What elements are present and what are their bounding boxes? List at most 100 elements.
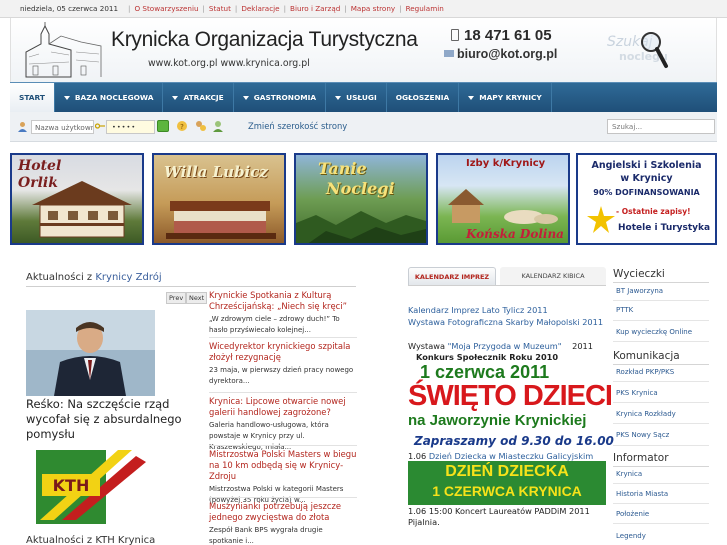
swieto-title: ŚWIĘTO DZIECI: [408, 380, 613, 412]
tab-kalendarz-imprez[interactable]: KALENDARZ IMPREZ: [408, 267, 496, 285]
calendar-link-wystawa-skarby[interactable]: Wystawa Fotograficzna Skarby Małopolski …: [408, 317, 603, 327]
separator: |: [234, 4, 238, 13]
change-width-link[interactable]: Zmień szerokość strony: [248, 121, 347, 131]
news-heading: Aktualności z Krynicy Zdrój: [26, 272, 162, 283]
news-title[interactable]: Krynica: Lipcowe otwarcie nowej galerii …: [209, 396, 357, 418]
konkurs-link[interactable]: Konkurs Społecznik Roku 2010: [416, 352, 558, 362]
divider: [613, 320, 709, 321]
sidebar-item-legendy[interactable]: Legendy: [616, 532, 646, 540]
email-address[interactable]: biuro@kot.org.pl: [444, 47, 557, 61]
calendar-link-lato-tylicz[interactable]: Kalendarz Imprez Lato Tylicz 2011: [408, 305, 548, 315]
nav-gastronomia[interactable]: GASTRONOMIA: [234, 83, 327, 112]
caret-down-icon: [468, 95, 475, 100]
nav-start[interactable]: START: [10, 83, 55, 112]
svg-text:?: ?: [180, 123, 184, 131]
sidebar-item-pttk[interactable]: PTTK: [616, 306, 633, 314]
nav-gastronomia-label: GASTRONOMIA: [253, 93, 317, 102]
nav-baza-noclegowa-label: BAZA NOCLEGOWA: [74, 93, 154, 102]
divider: [613, 341, 709, 342]
sidebar-item-krynica[interactable]: Krynica: [616, 470, 642, 478]
sidebar-item-pks-nowy-sacz[interactable]: PKS Nowy Sącz: [616, 431, 669, 439]
banner-ang-funding: 90% DOFINANSOWANIA: [593, 188, 700, 197]
next-button[interactable]: Next: [186, 292, 208, 304]
dzien-line-2: 1 CZERWCA KRYNICA: [432, 483, 582, 499]
toplink-o-stowarzyszeniu[interactable]: O Stowarzyszeniu: [134, 4, 198, 13]
church-logo-icon[interactable]: [21, 22, 107, 80]
news-title[interactable]: Wicedyrektor krynickiego szpitala złożył…: [209, 341, 357, 363]
nav-uslugi[interactable]: USŁUGI: [326, 83, 387, 112]
news-title[interactable]: Mistrzostwa Polski Masters w biegu na 10…: [209, 449, 357, 482]
nav-uslugi-label: USŁUGI: [346, 93, 377, 102]
sidebar-item-pks-krynica[interactable]: PKS Krynica: [616, 389, 658, 397]
toplink-statut[interactable]: Statut: [209, 4, 231, 13]
divider: [209, 337, 357, 338]
mail-icon: [444, 50, 454, 57]
sidebar-item-rozklad-pkp-pks[interactable]: Rozkład PKP/PKS: [616, 368, 674, 376]
kth-logo[interactable]: KTH: [26, 446, 155, 528]
current-date: niedziela, 05 czerwca 2011: [20, 4, 119, 13]
swieto-dzieci-banner[interactable]: 1 czerwca 2011 ŚWIĘTO DZIECI na Jaworzyn…: [408, 362, 614, 454]
banner-willa-label: Willa Lubicz: [164, 163, 268, 181]
news-excerpt: „W zdrowym ciele – zdrowy duch!” To hasł…: [209, 315, 340, 334]
banner-angielski-szkolenia[interactable]: Angielski i Szkolenia w Krynicy 90% DOFI…: [576, 153, 717, 245]
dzien-dziecka-banner[interactable]: DZIEŃ DZIECKA 1 CZERWCA KRYNICA: [408, 461, 606, 505]
toplink-mapa-strony[interactable]: Mapa strony: [351, 4, 395, 13]
dzien-line-1: DZIEŃ DZIECKA: [445, 463, 569, 480]
calendar-line-link[interactable]: "Moja Przygoda w Muzeum": [448, 341, 562, 351]
site-title[interactable]: Krynicka Organizacja Turystyczna: [111, 28, 418, 52]
bedroom-image: [166, 201, 276, 239]
news-title[interactable]: Krynickie Spotkania z Kulturą Chrześcija…: [209, 290, 357, 312]
divider: [613, 423, 709, 424]
banner-tanie-label: Tanie: [318, 159, 367, 178]
toplink-deklaracje[interactable]: Deklaracje: [241, 4, 279, 13]
news-heading-link[interactable]: Krynicy Zdrój: [95, 272, 161, 283]
divider: [613, 402, 709, 403]
username-input[interactable]: Nazwa użytkownika: [31, 120, 94, 134]
sidebar-item-bt-jaworzyna[interactable]: BT Jaworzyna: [616, 287, 663, 295]
swieto-place: na Jaworzynie Krynickiej: [408, 412, 587, 429]
divider: [209, 497, 357, 498]
nav-mapy-krynicy[interactable]: MAPY KRYNICY: [459, 83, 552, 112]
banner-hotel-label: Hotel: [18, 158, 62, 174]
swieto-hours: Zapraszamy od 9.30 do 16.00: [414, 434, 614, 448]
banner-ang-subtitle: w Krynicy: [620, 173, 673, 184]
sidebar-item-kup-wycieczke[interactable]: Kup wycieczkę Online: [616, 328, 692, 336]
nav-mapy-krynicy-label: MAPY KRYNICY: [479, 93, 542, 102]
nav-ogloszenia[interactable]: OGŁOSZENIA: [387, 83, 460, 112]
banner-hotel-orlik[interactable]: Hotel Orlik: [10, 153, 144, 245]
mountain-landscape-image: [296, 211, 426, 243]
calendar-line-wystawa: Wystawa "Moja Przygoda w Muzeum" 2011: [408, 341, 593, 351]
password-input[interactable]: •••••: [106, 120, 155, 134]
cottage-and-dogs-image: [448, 189, 558, 224]
lost-password-icon[interactable]: ?: [176, 120, 188, 132]
main-navigation: START BAZA NOCLEGOWA ATRAKCJE GASTRONOMI…: [10, 82, 717, 112]
key-icon: [95, 123, 105, 129]
calendar-item-pijalnia: Pijalnia.: [408, 517, 440, 527]
banner-ang-title: Angielski i Szkolenia: [591, 160, 702, 171]
search-input[interactable]: Szukaj...: [607, 119, 715, 134]
banner-willa-lubicz[interactable]: Willa Lubicz: [152, 153, 286, 245]
sidebar-item-krynica-rozklady[interactable]: Krynica Rozkłady: [616, 410, 676, 418]
banner-konska-dolina[interactable]: Izby k/Krynicy Końska Dolina: [436, 153, 570, 245]
calendar-item-koncert[interactable]: 1.06 15:00 Koncert Laureatów PADDiM 2011: [408, 506, 590, 516]
sidebar-heading-komunikacja: Komunikacja: [613, 350, 680, 362]
toplink-regulamin[interactable]: Regulamin: [406, 4, 444, 13]
banner-tanie-noclegi[interactable]: Tanie Noclegi: [294, 153, 428, 245]
divider: [408, 285, 606, 286]
nav-atrakcje-label: ATRAKCJE: [183, 93, 224, 102]
calendar-item-link[interactable]: Dzień Dziecka w Miasteczku Galicyjskim: [429, 451, 593, 461]
tab-kalendarz-kibica[interactable]: KALENDARZ KIBICA: [500, 267, 606, 285]
nav-baza-noclegowa[interactable]: BAZA NOCLEGOWA: [55, 83, 164, 112]
register-icon[interactable]: [212, 120, 224, 132]
lost-username-icon[interactable]: [194, 120, 206, 132]
sidebar-item-historia-miasta[interactable]: Historia Miasta: [616, 490, 668, 498]
sidebar-item-polozenie[interactable]: Położenie: [616, 510, 649, 518]
login-bar: Nazwa użytkownika ••••• ? Zmień szerokoś…: [10, 112, 717, 142]
login-submit-button[interactable]: [157, 120, 169, 132]
news-lead-photo[interactable]: [26, 310, 155, 396]
lead-article-title[interactable]: Reśko: Na szczęście rząd wycofał się z a…: [26, 397, 210, 442]
prev-button[interactable]: Prev: [166, 292, 187, 304]
toplink-biuro-i-zarzad[interactable]: Biuro i Zarząd: [290, 4, 340, 13]
nav-atrakcje[interactable]: ATRAKCJE: [163, 83, 234, 112]
news-title[interactable]: Muszynianki potrzebują jeszcze jednego z…: [209, 501, 357, 523]
